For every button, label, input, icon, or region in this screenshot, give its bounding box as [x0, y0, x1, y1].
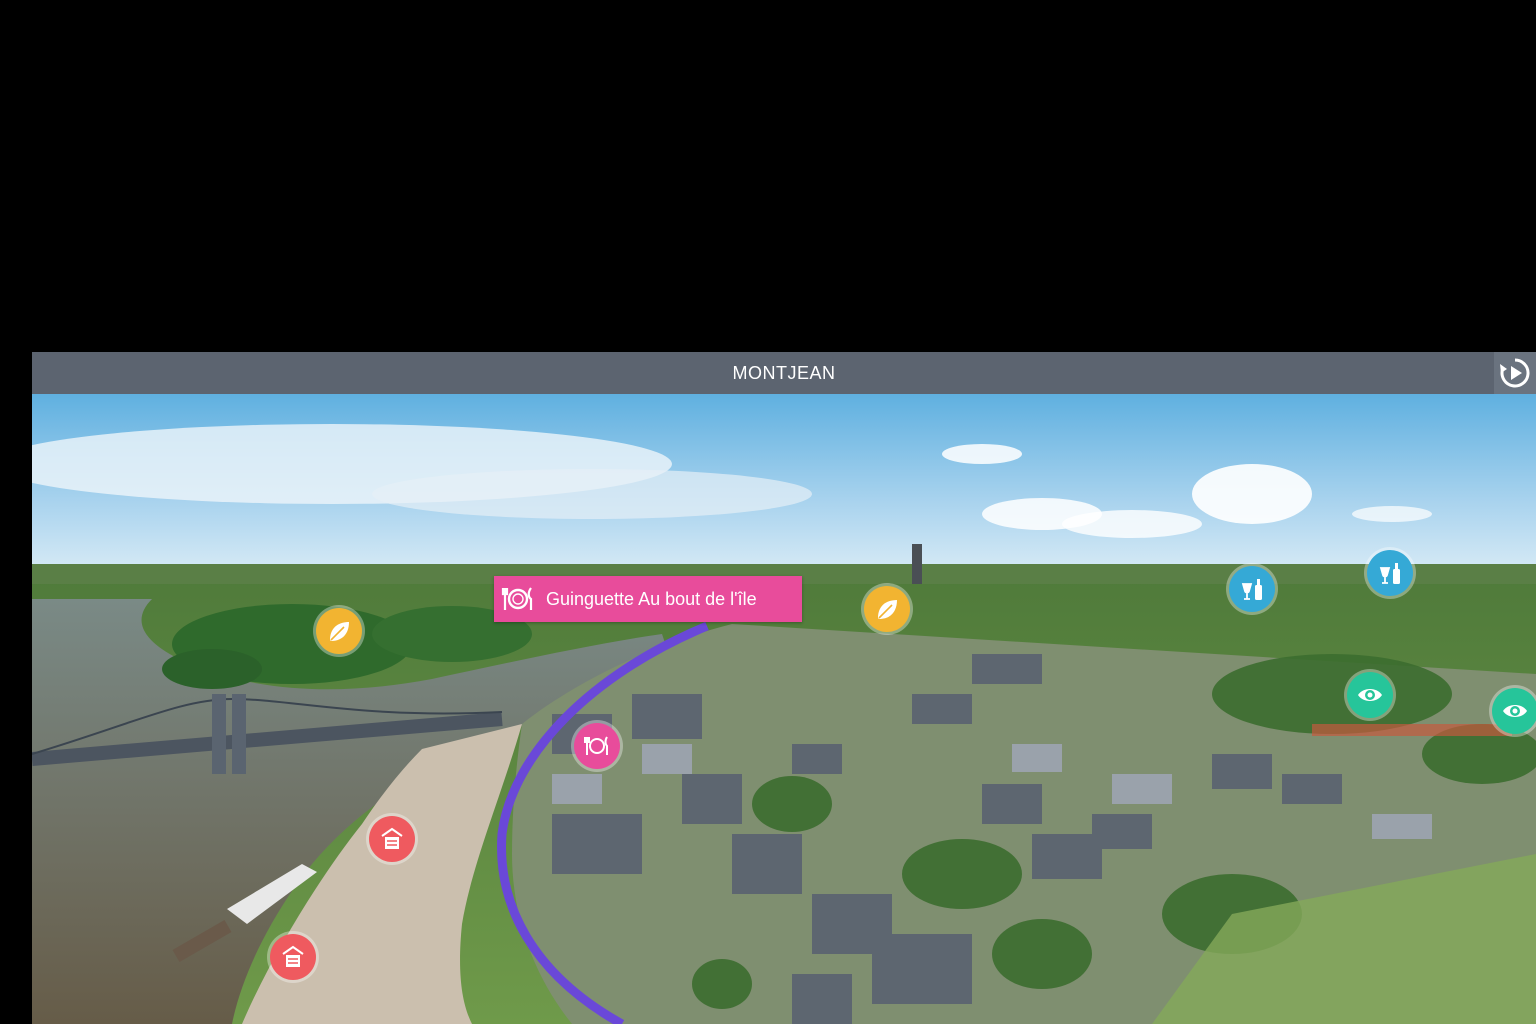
lodging-marker[interactable]	[270, 934, 316, 980]
poi-tooltip[interactable]: Guinguette Au bout de l'île	[494, 576, 802, 622]
wine-icon	[1241, 579, 1262, 600]
wine-marker[interactable]	[1367, 550, 1413, 596]
replay-button[interactable]	[1494, 352, 1536, 394]
nature-marker[interactable]	[316, 608, 362, 654]
lodging-icon	[381, 827, 403, 849]
restaurant-icon	[501, 587, 533, 610]
lodging-icon	[282, 945, 304, 967]
viewpoint-marker[interactable]	[1347, 672, 1393, 718]
nature-marker[interactable]	[864, 586, 910, 632]
viewpoint-marker[interactable]	[1492, 688, 1536, 734]
restaurant-icon	[584, 736, 608, 755]
wine-icon	[1379, 563, 1400, 584]
leaf-icon	[330, 622, 349, 641]
panorama-viewer[interactable]: MONTJEAN Guinguette Au bout de l'île	[32, 352, 1536, 1024]
eye-icon	[1358, 689, 1382, 701]
eye-icon	[1503, 705, 1527, 717]
lodging-marker[interactable]	[369, 816, 415, 862]
replay-icon	[1500, 358, 1530, 388]
aerial-panorama[interactable]	[32, 394, 1536, 1024]
leaf-icon	[878, 600, 897, 619]
restaurant-marker[interactable]	[574, 723, 620, 769]
title-bar: MONTJEAN	[32, 352, 1536, 394]
wine-marker[interactable]	[1229, 566, 1275, 612]
page-title: MONTJEAN	[732, 362, 836, 383]
tooltip-label: Guinguette Au bout de l'île	[546, 588, 757, 609]
